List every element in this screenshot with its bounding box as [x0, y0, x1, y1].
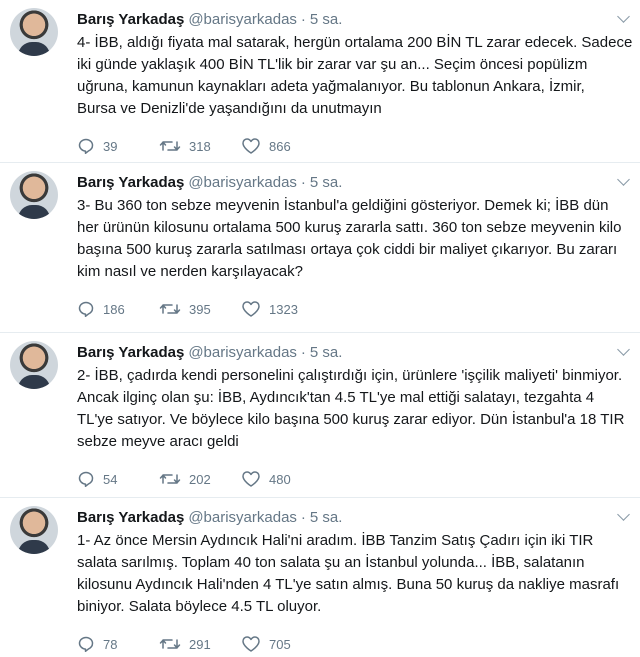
heart-icon — [241, 137, 261, 155]
retweet-count: 202 — [189, 471, 211, 487]
reply-icon — [77, 300, 95, 318]
tweet-time[interactable]: 5 sa. — [310, 343, 343, 363]
tweet[interactable]: Barış Yarkadaş @barisyarkadas · 5 sa. 1-… — [0, 498, 640, 657]
author-name[interactable]: Barış Yarkadaş — [77, 343, 184, 363]
like-count: 1323 — [269, 301, 298, 317]
tweet-text-line: Bursa ve Denizli'de yaşandığını da unutm… — [77, 100, 382, 117]
tweet-time[interactable]: 5 sa. — [310, 10, 343, 30]
avatar[interactable] — [10, 506, 58, 554]
reply-count: 78 — [103, 636, 118, 652]
tweet-text-line: 1- Az önce Mersin Aydıncık Hali'ni aradı… — [77, 532, 594, 549]
reply-button[interactable]: 39 — [77, 137, 147, 155]
tweet-header: Barış Yarkadaş @barisyarkadas · 5 sa. — [77, 10, 630, 30]
tweet-time[interactable]: 5 sa. — [310, 508, 343, 528]
separator-dot: · — [300, 11, 306, 28]
tweet-text-line: biniyor. Salata böylece 4.5 TL oluyor. — [77, 598, 322, 615]
tweet-actions: 39 318 866 — [77, 126, 630, 162]
retweet-icon — [159, 635, 181, 653]
avatar[interactable] — [10, 8, 58, 56]
reply-button[interactable]: 78 — [77, 635, 147, 653]
tweet-text: 2- İBB, çadırda kendi personelini çalışt… — [77, 365, 630, 453]
reply-count: 54 — [103, 471, 118, 487]
retweet-icon — [159, 137, 181, 155]
retweet-button[interactable]: 395 — [159, 300, 229, 318]
retweet-button[interactable]: 202 — [159, 470, 229, 488]
heart-icon — [241, 470, 261, 488]
like-count: 866 — [269, 138, 291, 154]
reply-icon — [77, 137, 95, 155]
author-name[interactable]: Barış Yarkadaş — [77, 10, 184, 30]
like-button[interactable]: 480 — [241, 470, 311, 488]
tweet-text-line: kilosunu Aydıncık Hali'nden 4 TL'ye satı… — [77, 576, 620, 593]
retweet-count: 395 — [189, 301, 211, 317]
reply-icon — [77, 470, 95, 488]
like-button[interactable]: 705 — [241, 635, 311, 653]
tweet-text-line: her ürünün kilosunu ortalama 500 kuruş z… — [77, 219, 622, 236]
tweet-text-line: başına 500 kuruş zararla satılması ortay… — [77, 241, 618, 258]
retweet-count: 318 — [189, 138, 211, 154]
retweet-icon — [159, 470, 181, 488]
heart-icon — [241, 635, 261, 653]
reply-button[interactable]: 54 — [77, 470, 147, 488]
tweet-text-line: iki günde yaklaşık 400 BİN TL'lik bir za… — [77, 56, 588, 73]
tweet-text-line: 3- Bu 360 ton sebze meyvenin İstanbul'a … — [77, 197, 609, 214]
avatar[interactable] — [10, 341, 58, 389]
author-name[interactable]: Barış Yarkadaş — [77, 508, 184, 528]
retweet-button[interactable]: 318 — [159, 137, 229, 155]
reply-count: 39 — [103, 138, 118, 154]
tweet-text-line: kim nasıl ve nerden karşılayacak? — [77, 263, 303, 280]
author-handle[interactable]: @barisyarkadas — [188, 508, 297, 528]
reply-icon — [77, 635, 95, 653]
author-handle[interactable]: @barisyarkadas — [188, 343, 297, 363]
like-button[interactable]: 866 — [241, 137, 311, 155]
tweet-text: 1- Az önce Mersin Aydıncık Hali'ni aradı… — [77, 530, 630, 618]
tweet-text: 4- İBB, aldığı fiyata mal satarak, hergü… — [77, 32, 633, 120]
heart-icon — [241, 300, 261, 318]
avatar[interactable] — [10, 171, 58, 219]
like-button[interactable]: 1323 — [241, 300, 311, 318]
tweet[interactable]: Barış Yarkadaş @barisyarkadas · 5 sa. 4-… — [0, 0, 640, 163]
tweet-time[interactable]: 5 sa. — [310, 173, 343, 193]
separator-dot: · — [300, 344, 306, 361]
author-handle[interactable]: @barisyarkadas — [188, 173, 297, 193]
retweet-button[interactable]: 291 — [159, 635, 229, 653]
retweet-icon — [159, 300, 181, 318]
tweet-header: Barış Yarkadaş @barisyarkadas · 5 sa. — [77, 508, 630, 528]
author-handle[interactable]: @barisyarkadas — [188, 10, 297, 30]
reply-button[interactable]: 186 — [77, 300, 147, 318]
tweet-text-line: salata sarılmış. Toplam 40 ton salata şu… — [77, 554, 585, 571]
tweet-text-line: TL'ye satıyor. Ve böylece kilo başına 50… — [77, 411, 625, 428]
tweet-header: Barış Yarkadaş @barisyarkadas · 5 sa. — [77, 173, 630, 193]
tweet-header: Barış Yarkadaş @barisyarkadas · 5 sa. — [77, 343, 630, 363]
author-name[interactable]: Barış Yarkadaş — [77, 173, 184, 193]
like-count: 705 — [269, 636, 291, 652]
tweet-feed: Barış Yarkadaş @barisyarkadas · 5 sa. 4-… — [0, 0, 640, 657]
tweet-actions: 54 202 480 — [77, 459, 630, 497]
separator-dot: · — [300, 174, 306, 191]
tweet-text-line: uğruna, kamunun kaynakları adeta yağmala… — [77, 78, 585, 95]
tweet-actions: 186 395 1323 — [77, 289, 630, 329]
tweet[interactable]: Barış Yarkadaş @barisyarkadas · 5 sa. 2-… — [0, 333, 640, 498]
retweet-count: 291 — [189, 636, 211, 652]
tweet-text-line: 2- İBB, çadırda kendi personelini çalışt… — [77, 367, 623, 384]
tweet-text-line: 4- İBB, aldığı fiyata mal satarak, hergü… — [77, 34, 633, 51]
reply-count: 186 — [103, 301, 125, 317]
tweet-text: 3- Bu 360 ton sebze meyvenin İstanbul'a … — [77, 195, 630, 283]
tweet-text-line: Ancak ilginç olan şu: İBB, Aydıncık'tan … — [77, 389, 595, 406]
tweet-actions: 78 291 705 — [77, 624, 630, 657]
separator-dot: · — [300, 509, 306, 526]
tweet[interactable]: Barış Yarkadaş @barisyarkadas · 5 sa. 3-… — [0, 163, 640, 333]
like-count: 480 — [269, 471, 291, 487]
tweet-text-line: sebze meyve aracı geldi — [77, 433, 239, 450]
